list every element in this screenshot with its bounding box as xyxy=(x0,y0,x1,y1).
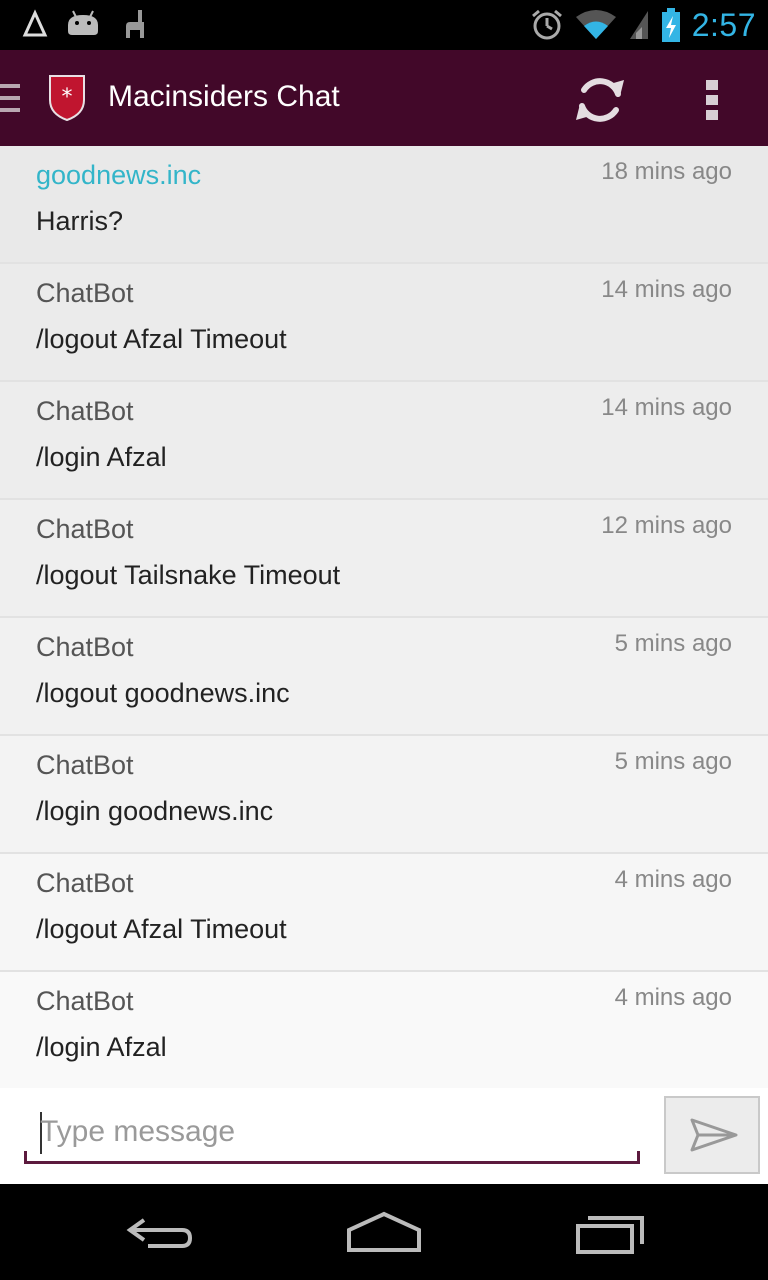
message-time: 4 mins ago xyxy=(614,866,732,893)
message-text: /login Afzal xyxy=(36,1032,167,1062)
list-item[interactable]: ChatBot 4 mins ago /logout Afzal Timeout xyxy=(0,854,768,972)
list-item[interactable]: goodnews.inc 18 mins ago Harris? xyxy=(0,146,768,264)
battery-charging-icon xyxy=(661,8,680,42)
message-list[interactable]: goodnews.inc 18 mins ago Harris? ChatBot… xyxy=(0,146,768,1088)
wifi-icon xyxy=(575,10,616,39)
page-title: Macinsiders Chat xyxy=(108,80,340,113)
message-time: 18 mins ago xyxy=(601,158,732,185)
message-author[interactable]: ChatBot xyxy=(36,632,134,663)
message-text: /logout goodnews.inc xyxy=(36,678,290,708)
action-bar: * Macinsiders Chat xyxy=(0,50,768,146)
signal-icon xyxy=(629,11,648,39)
message-time: 4 mins ago xyxy=(614,984,732,1011)
message-author[interactable]: goodnews.inc xyxy=(36,160,201,191)
navigation-bar xyxy=(0,1184,768,1280)
message-text: /logout Tailsnake Timeout xyxy=(36,560,341,590)
status-left-icons xyxy=(22,8,148,40)
status-time: 2:57 xyxy=(691,6,756,43)
android-icon xyxy=(68,10,98,35)
list-item[interactable]: ChatBot 5 mins ago /logout goodnews.inc xyxy=(0,618,768,736)
message-author[interactable]: ChatBot xyxy=(36,868,134,899)
delta-icon xyxy=(22,9,48,37)
llama-icon xyxy=(126,10,144,38)
message-input-wrapper[interactable] xyxy=(24,1098,640,1164)
back-button[interactable] xyxy=(114,1204,204,1260)
message-time: 14 mins ago xyxy=(601,394,732,421)
message-time: 12 mins ago xyxy=(601,512,732,539)
message-text: /logout Afzal Timeout xyxy=(36,324,287,354)
message-author[interactable]: ChatBot xyxy=(36,986,134,1017)
recent-apps-button[interactable] xyxy=(566,1204,656,1260)
alarm-icon xyxy=(531,9,562,40)
message-text: /login Afzal xyxy=(36,442,167,472)
svg-text:*: * xyxy=(62,85,73,110)
list-item[interactable]: ChatBot 5 mins ago /login goodnews.inc xyxy=(0,736,768,854)
send-button[interactable] xyxy=(664,1096,760,1174)
list-item[interactable]: ChatBot 12 mins ago /logout Tailsnake Ti… xyxy=(0,500,768,618)
status-bar: 2:57 xyxy=(0,0,768,50)
status-right-icons: 2:57 xyxy=(530,4,756,46)
send-icon xyxy=(690,1118,738,1152)
message-text: Harris? xyxy=(36,206,124,236)
message-composer xyxy=(0,1088,768,1184)
message-time: 5 mins ago xyxy=(614,630,732,657)
drawer-toggle-icon[interactable] xyxy=(0,84,22,114)
message-author[interactable]: ChatBot xyxy=(36,514,134,545)
message-author[interactable]: ChatBot xyxy=(36,278,134,309)
home-button[interactable] xyxy=(339,1204,429,1260)
message-text: /login goodnews.inc xyxy=(36,796,274,826)
message-author[interactable]: ChatBot xyxy=(36,750,134,781)
list-item[interactable]: ChatBot 14 mins ago /login Afzal xyxy=(0,382,768,500)
message-text: /logout Afzal Timeout xyxy=(36,914,287,944)
overflow-menu-icon[interactable] xyxy=(692,72,732,128)
message-time: 5 mins ago xyxy=(614,748,732,775)
message-time: 14 mins ago xyxy=(601,276,732,303)
refresh-button[interactable] xyxy=(572,72,628,128)
app-logo-shield-icon[interactable]: * xyxy=(48,74,86,122)
message-input[interactable] xyxy=(40,1108,620,1156)
list-item[interactable]: ChatBot 4 mins ago /login Afzal xyxy=(0,972,768,1088)
list-item[interactable]: ChatBot 14 mins ago /logout Afzal Timeou… xyxy=(0,264,768,382)
message-author[interactable]: ChatBot xyxy=(36,396,134,427)
